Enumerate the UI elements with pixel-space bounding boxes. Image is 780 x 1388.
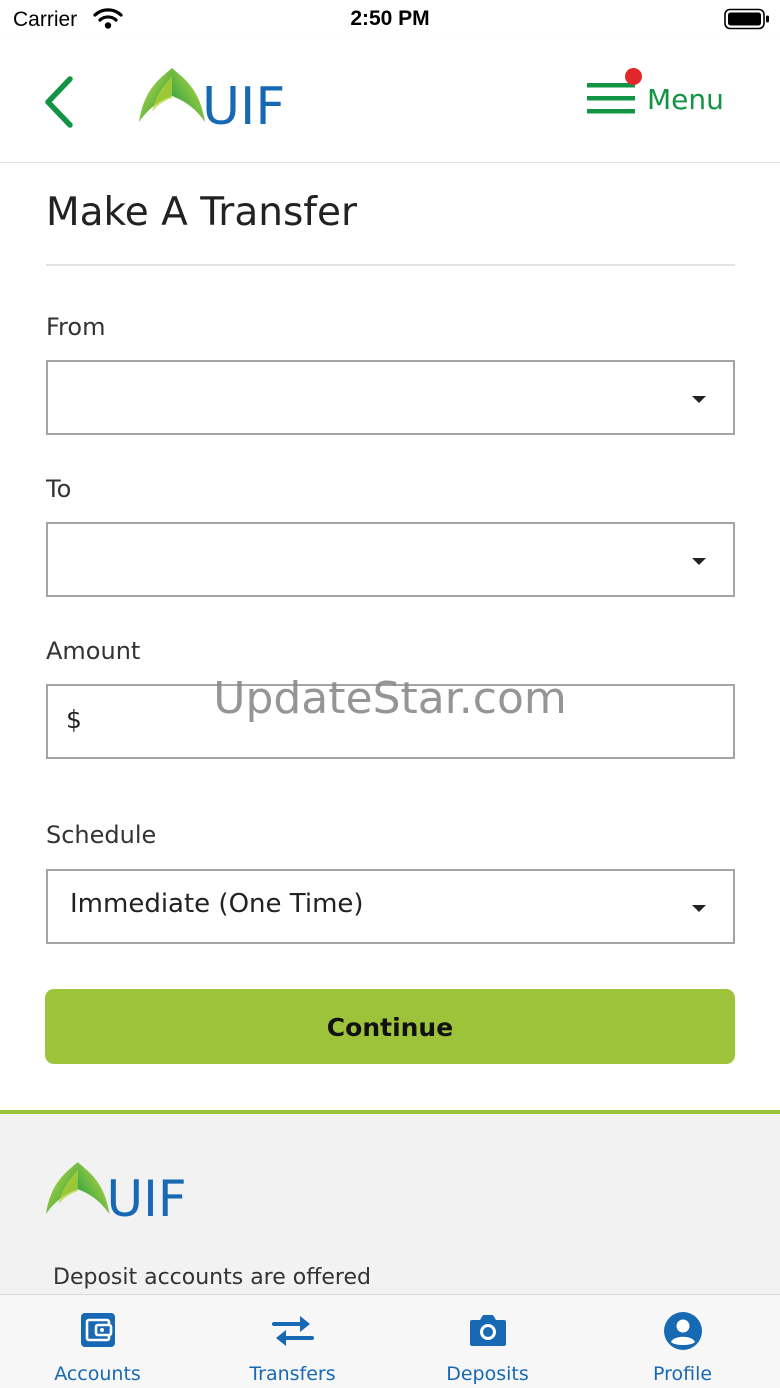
chevron-left-icon: [45, 76, 73, 128]
wallet-icon: [0, 1311, 195, 1353]
continue-button[interactable]: Continue: [45, 989, 735, 1064]
page-title: Make A Transfer: [46, 190, 358, 235]
tab-accounts-label: Accounts: [54, 1363, 141, 1385]
footer-disclaimer: Deposit accounts are offered: [53, 1265, 371, 1290]
notification-dot: [625, 68, 642, 85]
transfer-form-card: Make A Transfer From To Amount $ Schedul…: [0, 163, 780, 1110]
app-header: UIF Menu: [0, 40, 780, 163]
profile-icon: [585, 1311, 780, 1355]
svg-text:UIF: UIF: [202, 77, 285, 130]
status-bar: Carrier 2:50 PM: [0, 0, 780, 40]
schedule-select[interactable]: Immediate (One Time): [46, 869, 735, 944]
menu-button[interactable]: Menu: [585, 66, 745, 128]
title-divider: [46, 264, 735, 266]
schedule-select-value: Immediate (One Time): [70, 889, 364, 919]
tab-transfers[interactable]: Transfers: [195, 1295, 390, 1388]
tab-profile-label: Profile: [652, 1363, 713, 1385]
tab-deposits-label: Deposits: [446, 1363, 529, 1385]
status-time: 2:50 PM: [350, 7, 430, 30]
schedule-label: Schedule: [46, 821, 157, 849]
to-select[interactable]: [46, 522, 735, 597]
battery-icon: [724, 8, 770, 34]
from-label: From: [46, 313, 106, 341]
from-select[interactable]: [46, 360, 735, 435]
tab-deposits[interactable]: Deposits: [390, 1295, 585, 1388]
tab-bar: Accounts Transfers Deposits Profile: [0, 1294, 780, 1388]
caret-down-icon: [692, 905, 706, 912]
footer-uif-logo: UIF: [45, 1160, 195, 1228]
caret-down-icon: [692, 396, 706, 403]
amount-input[interactable]: $: [46, 684, 735, 759]
camera-icon: [390, 1311, 585, 1353]
menu-label: Menu: [647, 83, 724, 116]
footer: UIF Deposit accounts are offered: [0, 1114, 780, 1294]
hamburger-icon: [587, 83, 635, 114]
transfer-arrows-icon: [195, 1311, 390, 1353]
tab-accounts[interactable]: Accounts: [0, 1295, 195, 1388]
tab-profile[interactable]: Profile: [585, 1295, 780, 1388]
back-button[interactable]: [40, 75, 84, 129]
svg-text:UIF: UIF: [107, 1170, 187, 1222]
uif-logo: UIF: [138, 66, 294, 137]
caret-down-icon: [692, 558, 706, 565]
currency-symbol: $: [66, 705, 82, 734]
amount-label: Amount: [46, 637, 141, 665]
to-label: To: [46, 475, 72, 503]
tab-transfers-label: Transfers: [249, 1363, 336, 1385]
